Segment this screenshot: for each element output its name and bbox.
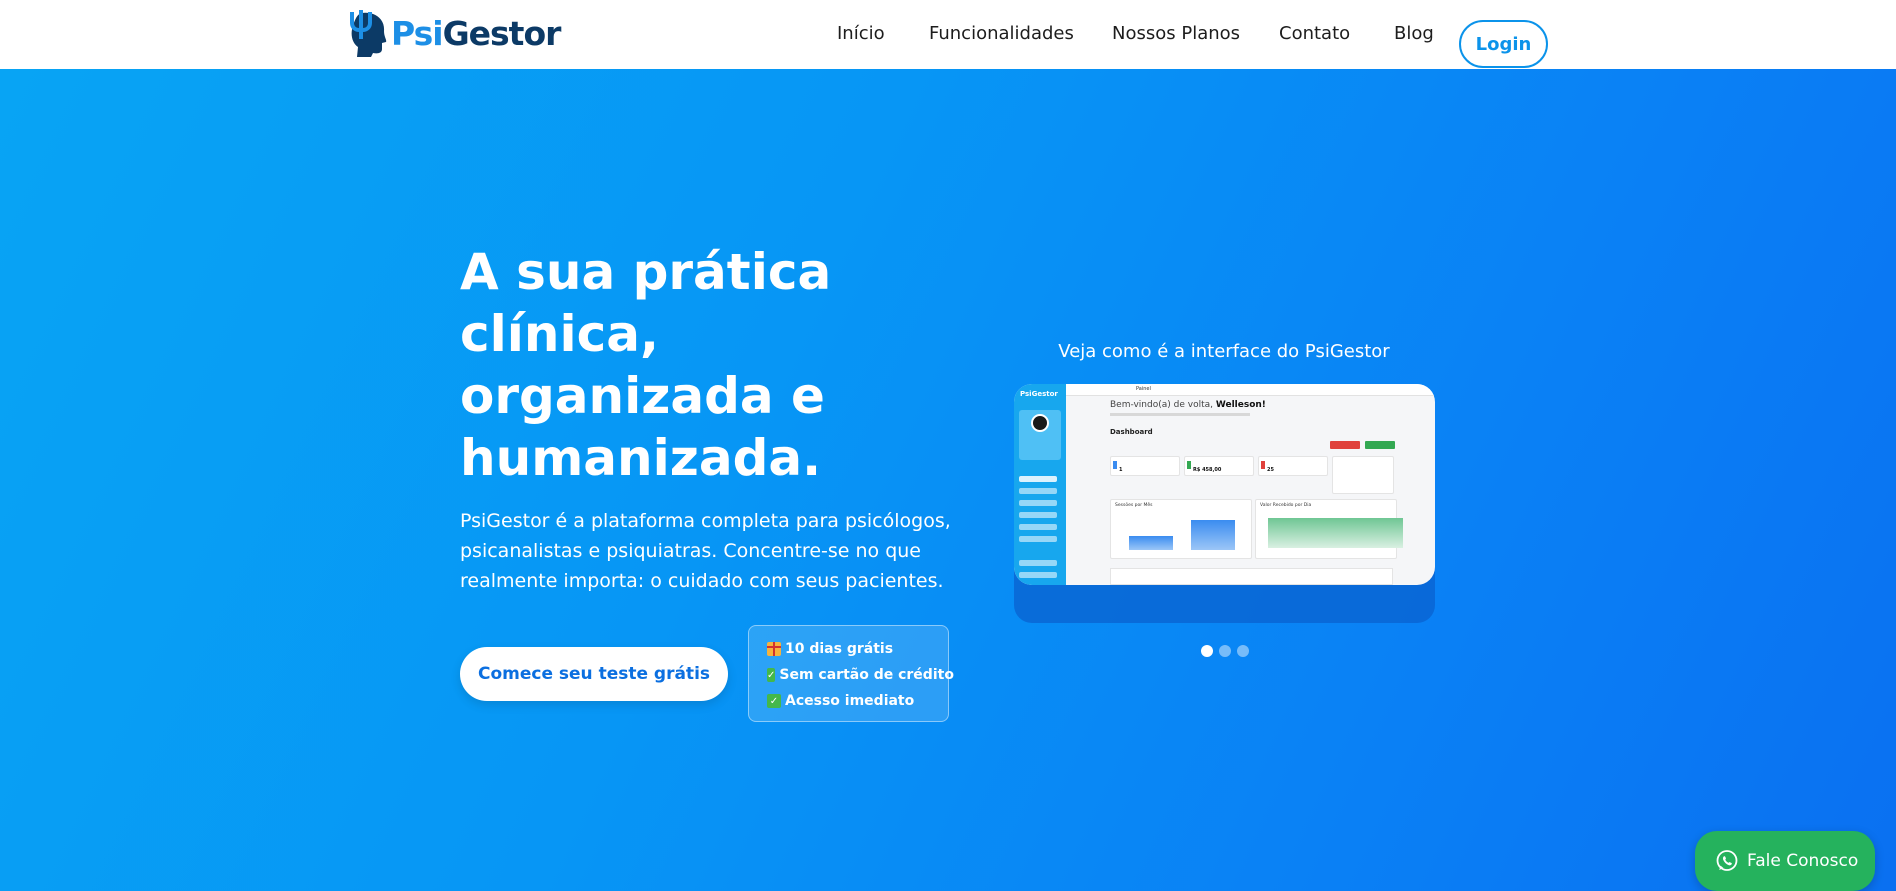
- mock-topbar-title: Painel: [1136, 386, 1151, 392]
- check-icon: ✓: [767, 668, 776, 682]
- hero-title-line: humanizada.: [460, 429, 822, 487]
- perk-item: ✓ Sem cartão de crédito: [767, 662, 954, 688]
- mock-bottom-panel: [1110, 568, 1393, 585]
- hero-description: PsiGestor é a plataforma completa para p…: [460, 506, 960, 596]
- mock-sidebar-logo: PsiGestor: [1020, 390, 1058, 398]
- mock-menu-row: [1019, 476, 1057, 482]
- mock-red-button: [1330, 441, 1360, 449]
- gift-icon: [767, 642, 781, 656]
- mock-menu-row: [1019, 512, 1057, 518]
- interface-screenshot-slide[interactable]: PsiGestor Painel Bem-vindo(a) de volta, …: [1014, 384, 1435, 585]
- hero-title-line: organizada e: [460, 367, 825, 425]
- nav-funcionalidades[interactable]: Funcionalidades: [929, 23, 1074, 44]
- whatsapp-contact-button[interactable]: Fale Conosco: [1695, 831, 1875, 891]
- mock-stat-marker: [1261, 461, 1265, 469]
- nav-nossos-planos[interactable]: Nossos Planos: [1112, 23, 1240, 44]
- hero-title-line: clínica,: [460, 305, 660, 363]
- mock-green-button: [1365, 441, 1395, 449]
- carousel-dot-1[interactable]: [1201, 645, 1213, 657]
- mock-stat-marker: [1113, 461, 1117, 469]
- mock-chart-area: [1268, 518, 1403, 548]
- mock-stat-card: 1: [1110, 456, 1180, 476]
- mock-chart-bar: [1191, 520, 1235, 550]
- mock-menu-row: [1019, 500, 1057, 506]
- trial-perks-box: 10 dias grátis ✓ Sem cartão de crédito ✓…: [748, 625, 954, 722]
- mock-profile-card: [1019, 410, 1061, 460]
- hero-description-line: realmente importa: o cuidado com seus pa…: [460, 570, 944, 592]
- carousel-indicators: [1201, 645, 1249, 657]
- mock-menu-row: [1019, 560, 1057, 566]
- mock-stat-value: 25: [1267, 467, 1274, 473]
- mock-revenue-chart: Valor Recebido por Dia: [1255, 499, 1403, 559]
- whatsapp-icon: [1716, 850, 1738, 871]
- mock-subtitle: [1110, 413, 1250, 416]
- mock-greeting-text: Bem-vindo(a) de volta,: [1110, 400, 1213, 410]
- mock-panel-title: Sessões por Mês: [1115, 503, 1153, 508]
- mock-stat-marker: [1187, 461, 1191, 469]
- hero-title: A sua prática clínica, organizada e huma…: [460, 241, 980, 489]
- mock-sidebar: PsiGestor: [1014, 384, 1066, 585]
- start-free-trial-button[interactable]: Comece seu teste grátis: [460, 647, 728, 701]
- perk-text: Acesso imediato: [785, 693, 915, 709]
- nav-contato[interactable]: Contato: [1279, 23, 1350, 44]
- mock-dashboard-title: Dashboard: [1110, 428, 1153, 436]
- perk-text: 10 dias grátis: [785, 641, 894, 657]
- mock-stat-card: R$ 458,00: [1184, 456, 1254, 476]
- mock-stat-card: 25: [1258, 456, 1328, 476]
- mock-panel-title: Valor Recebido por Dia: [1260, 503, 1312, 508]
- mock-avatar: [1031, 414, 1049, 432]
- hero-title-line: A sua prática: [460, 243, 832, 301]
- carousel-caption: Veja como é a interface do PsiGestor: [1058, 341, 1390, 362]
- hero-section: A sua prática clínica, organizada e huma…: [0, 69, 1896, 891]
- mock-sessions-chart: Sessões por Mês: [1110, 499, 1252, 559]
- mock-stat-value: R$ 458,00: [1193, 467, 1222, 473]
- mock-greeting: Bem-vindo(a) de volta, Welleson!: [1110, 400, 1266, 410]
- mock-filter-card: [1332, 456, 1394, 494]
- carousel-dot-3[interactable]: [1237, 645, 1249, 657]
- nav-inicio[interactable]: Início: [837, 23, 885, 44]
- mock-menu-row: [1019, 572, 1057, 578]
- hero-description-line: PsiGestor é a plataforma completa para p…: [460, 510, 951, 532]
- mock-greeting-name: Welleson!: [1215, 400, 1266, 410]
- mock-topbar: Painel: [1066, 384, 1435, 396]
- hero-description-line: psicanalistas e psiquiatras. Concentre-s…: [460, 540, 922, 562]
- mock-stat-value: 1: [1119, 467, 1123, 473]
- whatsapp-label: Fale Conosco: [1747, 851, 1859, 871]
- carousel-dot-2[interactable]: [1219, 645, 1231, 657]
- site-header: PsiGestor Início Funcionalidades Nossos …: [0, 0, 1896, 69]
- perk-item: 10 dias grátis: [767, 636, 948, 662]
- mock-chart-bar: [1129, 536, 1173, 550]
- mock-menu-row: [1019, 488, 1057, 494]
- login-button[interactable]: Login: [1459, 20, 1548, 68]
- perk-item: ✓ Acesso imediato: [767, 688, 948, 714]
- main-nav: Início Funcionalidades Nossos Planos Con…: [0, 10, 1896, 68]
- perk-text: Sem cartão de crédito: [779, 667, 954, 683]
- mock-menu-row: [1019, 536, 1057, 542]
- nav-blog[interactable]: Blog: [1394, 23, 1434, 44]
- mock-menu-row: [1019, 524, 1057, 530]
- check-icon: ✓: [767, 694, 781, 708]
